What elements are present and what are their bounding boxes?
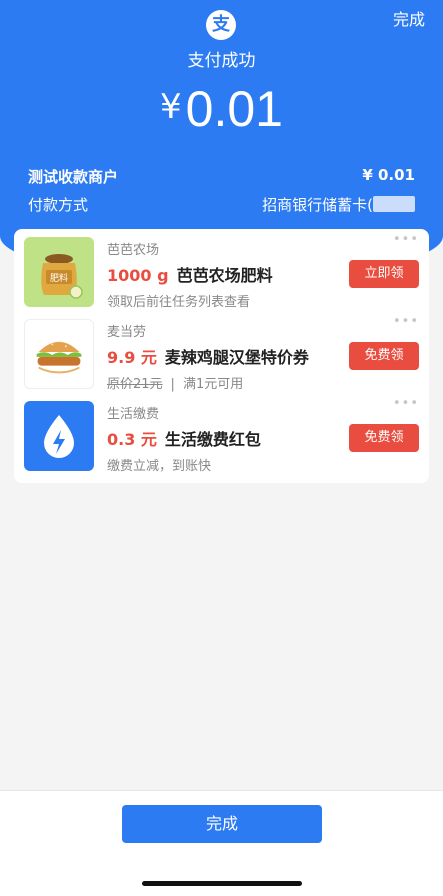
- offer-title: 1000 g 芭芭农场肥料: [107, 262, 273, 286]
- burger-icon: [24, 319, 94, 389]
- offer-item: 生活缴费 0.3 元生活缴费红包 缴费立减，到账快 ••• 免费领: [14, 393, 429, 474]
- offer-name: 麦辣鸡腿汉堡特价券: [164, 348, 309, 367]
- more-options-icon[interactable]: •••: [393, 396, 419, 411]
- fertilizer-bag-label: 肥料: [50, 272, 68, 284]
- offer-merchant: 芭芭农场: [107, 243, 160, 258]
- masked-card-number: [373, 196, 415, 212]
- offer-name: 芭芭农场肥料: [176, 266, 273, 285]
- claim-button[interactable]: 免费领: [349, 424, 419, 452]
- original-price: 原价21元: [107, 377, 163, 392]
- offer-price: 1000 g: [107, 266, 169, 285]
- offer-subtitle: 领取后前往任务列表查看: [107, 295, 251, 310]
- more-options-icon[interactable]: •••: [393, 314, 419, 329]
- claim-button[interactable]: 免费领: [349, 342, 419, 370]
- offer-item: 麦当劳 9.9 元麦辣鸡腿汉堡特价券 原价21元 | 满1元可用 ••• 免费领: [14, 311, 429, 392]
- separator: |: [170, 377, 175, 392]
- home-indicator: [142, 881, 302, 886]
- merchant-row: 测试收款商户 ¥ 0.01: [28, 166, 415, 187]
- offer-price: 9.9 元: [107, 348, 157, 367]
- more-options-icon[interactable]: •••: [393, 232, 419, 247]
- merchant-label: 测试收款商户: [28, 168, 119, 186]
- offer-subtitle: 缴费立减，到账快: [107, 459, 212, 474]
- offer-name: 生活缴费红包: [164, 430, 261, 449]
- payment-method-value: 招商银行储蓄卡(: [262, 194, 415, 215]
- offer-condition: 满1元可用: [182, 377, 244, 392]
- lightning-drop-icon: [24, 401, 94, 471]
- amount-value: 0.01: [185, 81, 283, 137]
- offer-title: 0.3 元生活缴费红包: [107, 426, 261, 450]
- offer-merchant: 麦当劳: [107, 325, 147, 340]
- offer-merchant: 生活缴费: [107, 407, 160, 422]
- offer-price: 0.3 元: [107, 430, 157, 449]
- alipay-logo-icon: 支: [206, 10, 236, 40]
- payment-method-label: 付款方式: [28, 196, 89, 214]
- done-link[interactable]: 完成: [393, 6, 425, 30]
- offer-subtitle: 原价21元 | 满1元可用: [107, 373, 243, 392]
- offer-item: 肥料 芭芭农场 1000 g 芭芭农场肥料 领取后前往任务列表查看 ••• 立即领: [14, 229, 429, 310]
- bottom-bar: 完成: [0, 790, 443, 896]
- merchant-amount: ¥ 0.01: [362, 166, 415, 184]
- offer-title: 9.9 元麦辣鸡腿汉堡特价券: [107, 344, 309, 368]
- currency-symbol: ¥: [160, 87, 182, 127]
- claim-button[interactable]: 立即领: [349, 260, 419, 288]
- offers-card: 肥料 芭芭农场 1000 g 芭芭农场肥料 领取后前往任务列表查看 ••• 立即领…: [14, 229, 429, 483]
- bank-card-name: 招商银行储蓄卡(: [262, 196, 373, 214]
- payment-amount: ¥0.01: [0, 80, 443, 138]
- done-button[interactable]: 完成: [122, 805, 322, 843]
- payment-method-row: 付款方式 招商银行储蓄卡(: [28, 194, 415, 215]
- payment-success-title: 支付成功: [187, 51, 256, 71]
- fertilizer-bag-icon: 肥料: [24, 237, 94, 307]
